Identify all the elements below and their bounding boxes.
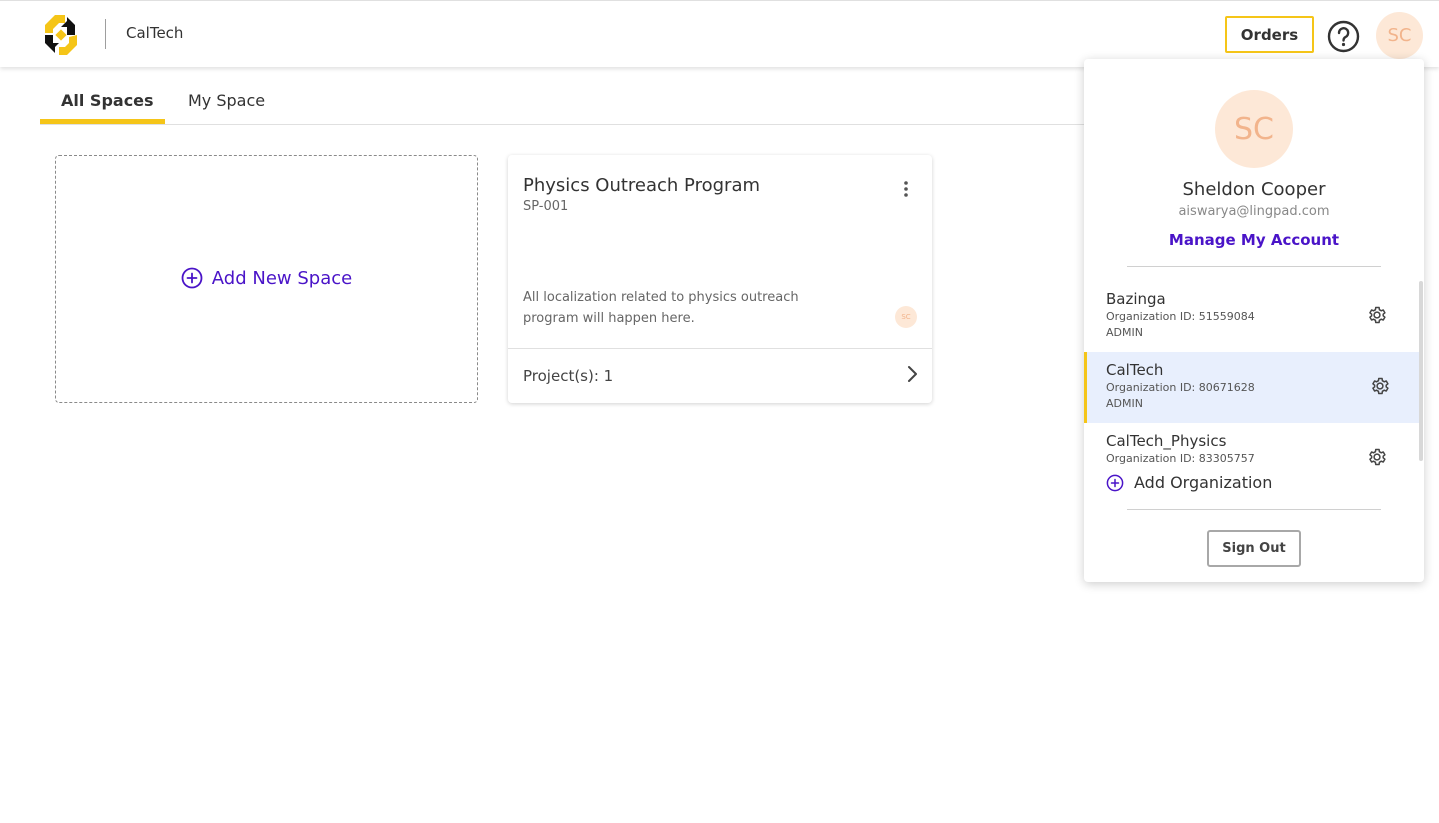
member-avatar: SC <box>895 306 917 328</box>
profile-email: aiswarya@lingpad.com <box>1178 204 1330 219</box>
sign-out-button[interactable]: Sign Out <box>1207 530 1301 567</box>
add-organization-button[interactable]: Add Organization <box>1106 473 1272 492</box>
space-card[interactable]: Physics Outreach Program SP-001 All loca… <box>508 155 932 403</box>
current-org-name: CalTech <box>126 24 184 42</box>
space-card-footer[interactable]: Project(s): 1 <box>508 348 932 403</box>
space-tabs: All Spaces My Space <box>40 67 1110 125</box>
org-role: ADMIN <box>1106 397 1143 410</box>
header-divider <box>105 19 106 49</box>
add-organization-label: Add Organization <box>1134 473 1273 492</box>
space-title: Physics Outreach Program <box>523 175 761 196</box>
orders-button[interactable]: Orders <box>1225 16 1314 53</box>
org-item-caltech-physics[interactable]: CalTech_Physics Organization ID: 8330575… <box>1084 423 1420 467</box>
kebab-menu-icon[interactable] <box>896 179 916 199</box>
user-avatar-button[interactable]: SC <box>1376 12 1423 59</box>
manage-account-link[interactable]: Manage My Account <box>1084 231 1424 249</box>
space-description: All localization related to physics outr… <box>523 290 799 326</box>
plus-circle-icon <box>181 267 203 289</box>
help-icon[interactable] <box>1327 20 1360 53</box>
profile-avatar: SC <box>1215 90 1293 168</box>
gear-icon[interactable] <box>1367 447 1387 467</box>
org-list-scrollbar[interactable] <box>1419 281 1423 461</box>
top-header: CalTech Orders SC <box>0 0 1439 67</box>
org-item-caltech[interactable]: CalTech Organization ID: 80671628 ADMIN <box>1084 352 1420 423</box>
logo-icon[interactable] <box>39 13 83 57</box>
add-new-space-label: Add New Space <box>211 267 353 289</box>
gear-icon[interactable] <box>1367 305 1387 325</box>
project-count: Project(s): 1 <box>523 367 614 385</box>
plus-circle-icon <box>1106 474 1124 491</box>
space-code: SP-001 <box>523 199 569 214</box>
tab-all-spaces[interactable]: All Spaces <box>61 91 154 110</box>
add-new-space-button[interactable]: Add New Space <box>181 267 352 289</box>
panel-divider <box>1127 509 1381 510</box>
tab-my-space[interactable]: My Space <box>188 91 265 110</box>
chevron-right-icon[interactable] <box>902 364 922 384</box>
profile-name: Sheldon Cooper <box>1182 179 1326 200</box>
panel-divider <box>1127 266 1381 267</box>
profile-dropdown-panel: SC Sheldon Cooper aiswarya@lingpad.com M… <box>1084 59 1424 582</box>
add-new-space-card[interactable]: Add New Space <box>55 155 478 403</box>
org-item-bazinga[interactable]: Bazinga Organization ID: 51559084 ADMIN <box>1084 281 1420 352</box>
active-tab-indicator <box>40 119 165 124</box>
org-role: ADMIN <box>1106 326 1143 339</box>
gear-icon[interactable] <box>1370 376 1390 396</box>
organization-list[interactable]: Bazinga Organization ID: 51559084 ADMIN … <box>1084 281 1420 467</box>
